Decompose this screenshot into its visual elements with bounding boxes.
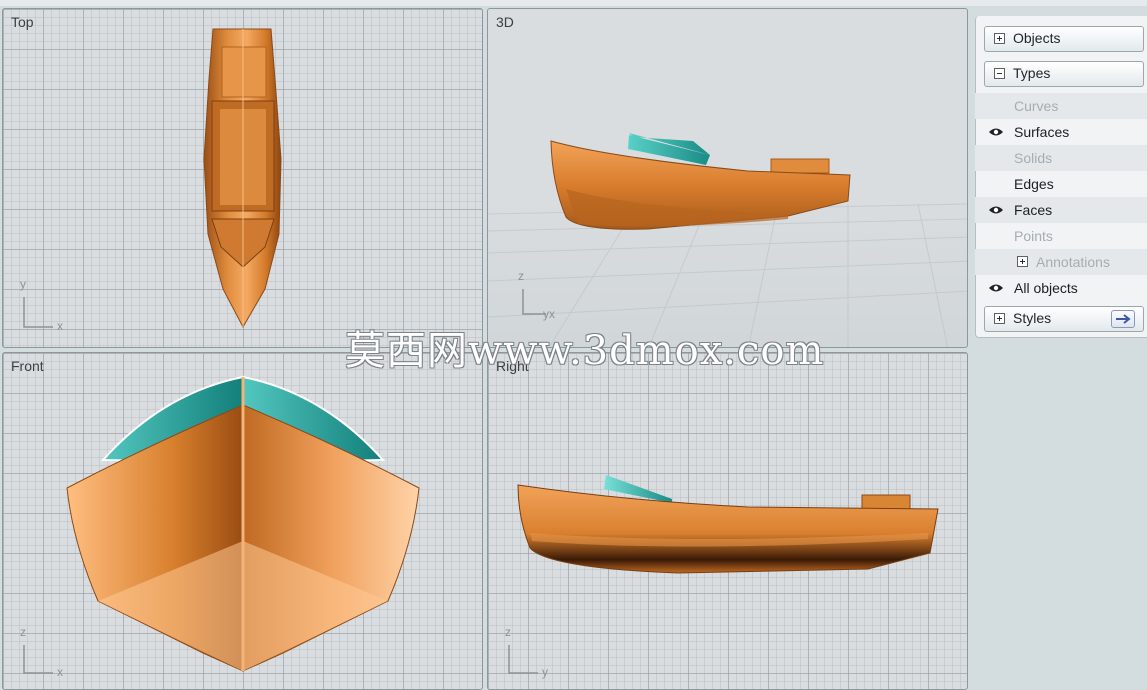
type-row-label: Points	[1014, 228, 1053, 244]
axis-gizmo	[508, 645, 538, 674]
objects-section-button[interactable]: Objects	[984, 26, 1144, 52]
viewport-3d[interactable]: 3D z yx	[487, 8, 968, 348]
type-row-surfaces[interactable]: Surfaces	[975, 119, 1147, 145]
collapse-minus-icon[interactable]	[994, 68, 1005, 79]
viewport-right[interactable]: Right z y	[487, 352, 968, 690]
expand-plus-icon[interactable]	[994, 313, 1005, 324]
viewport-top[interactable]: Top y x	[2, 8, 483, 348]
types-section-button[interactable]: Types	[984, 61, 1144, 87]
viewport-front[interactable]: Front z x	[2, 352, 483, 690]
type-row-label: Curves	[1014, 98, 1059, 114]
eye-icon[interactable]	[988, 126, 1004, 138]
eye-icon[interactable]	[988, 204, 1004, 216]
type-row-label: Solids	[1014, 150, 1053, 166]
type-row-label: Faces	[1014, 202, 1053, 218]
type-row-label: Surfaces	[1014, 124, 1070, 140]
type-row-label: All objects	[1014, 280, 1078, 296]
styles-section-button[interactable]: Styles	[984, 306, 1144, 332]
type-row-all-objects[interactable]: All objects	[975, 275, 1147, 301]
type-row-edges[interactable]: Edges	[975, 171, 1147, 197]
type-row-solids[interactable]: Solids	[975, 145, 1147, 171]
styles-label: Styles	[1013, 310, 1052, 326]
axis-gizmo	[23, 297, 53, 328]
types-label: Types	[1013, 65, 1051, 81]
watermark: 莫西网www.3dmox.com	[345, 328, 825, 374]
expand-plus-icon[interactable]	[1017, 256, 1028, 267]
type-row-points[interactable]: Points	[975, 223, 1147, 249]
type-row-label: Edges	[1014, 176, 1054, 192]
type-row-label: Annotations	[1036, 254, 1110, 270]
type-row-curves[interactable]: Curves	[975, 93, 1147, 119]
eye-icon[interactable]	[988, 282, 1004, 294]
axis-gizmo	[522, 289, 546, 315]
arrow-right-icon[interactable]	[1111, 310, 1135, 328]
type-row-annotations[interactable]: Annotations	[975, 249, 1147, 275]
objects-label: Objects	[1013, 30, 1061, 46]
type-row-faces[interactable]: Faces	[975, 197, 1147, 223]
axis-gizmo	[23, 645, 53, 674]
title-strip	[0, 0, 1147, 6]
expand-plus-icon[interactable]	[994, 33, 1005, 44]
